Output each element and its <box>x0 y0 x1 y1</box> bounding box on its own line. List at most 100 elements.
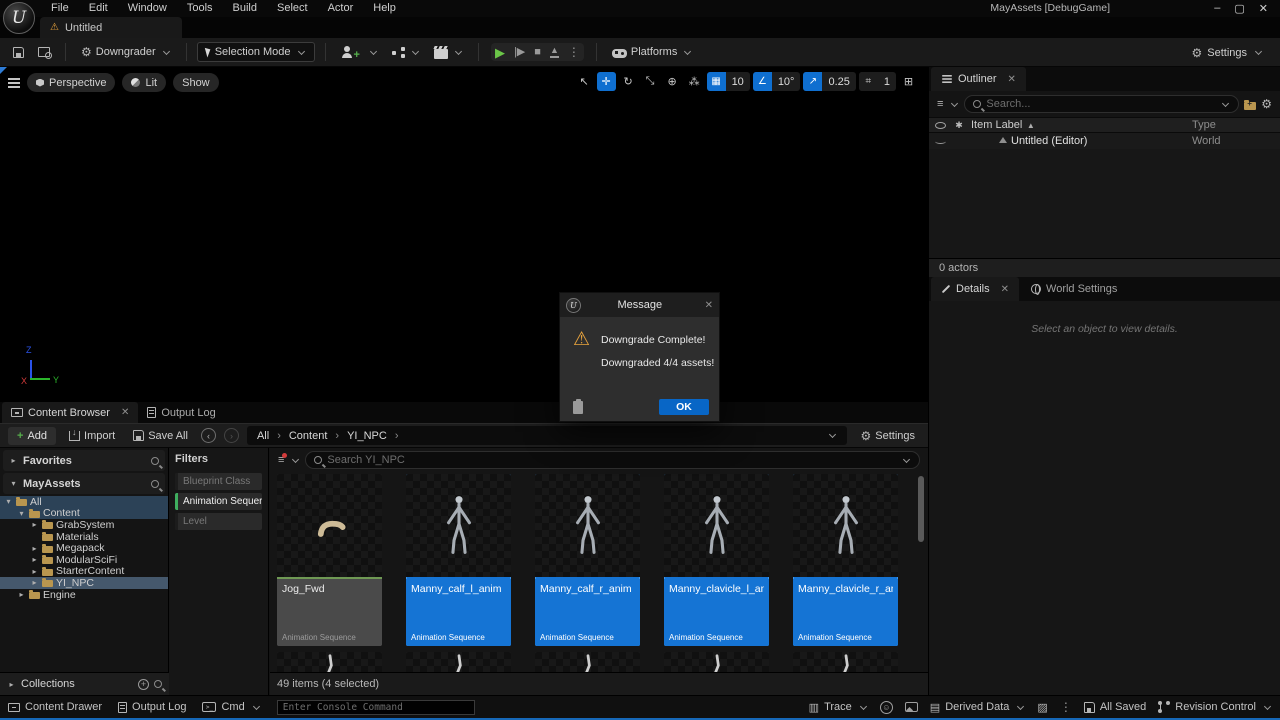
level-viewport[interactable]: Perspective Lit Show ↖ ✛ ↻ ⤡ ⊕ ⁂ ▦ 10 ∠ … <box>0 67 928 402</box>
select-tool-button[interactable]: ↖ <box>575 72 594 91</box>
asset-search-input[interactable] <box>327 454 895 466</box>
pin-column-header[interactable]: ✱ <box>951 120 967 131</box>
filter-pill[interactable]: Blueprint Class <box>175 473 262 490</box>
selection-mode-dropdown[interactable]: Selection Mode <box>197 42 315 62</box>
cinematics-dropdown[interactable] <box>429 43 468 62</box>
browse-content-button[interactable] <box>33 44 55 60</box>
console-command-input[interactable] <box>277 700 475 715</box>
menu-item-actor[interactable]: Actor <box>319 0 363 17</box>
grid-snap-control[interactable]: ▦ 10 <box>707 72 750 91</box>
search-icon[interactable] <box>154 680 162 688</box>
tree-expand-icon[interactable]: ▸ <box>30 578 39 587</box>
skip-next-button[interactable]: |▶ <box>514 47 525 58</box>
insights-icon[interactable]: ☺ <box>880 701 893 714</box>
tree-item-all[interactable]: ▾ All <box>0 496 168 508</box>
close-button[interactable]: ✕ <box>1259 2 1268 15</box>
outliner-search-box[interactable] <box>964 95 1239 113</box>
tree-expand-icon[interactable]: ▸ <box>17 590 26 599</box>
menu-item-tools[interactable]: Tools <box>178 0 222 17</box>
menu-item-file[interactable]: File <box>42 0 78 17</box>
settings-dropdown[interactable]: ⚙ Settings <box>1186 38 1268 67</box>
import-button[interactable]: Import <box>64 427 120 445</box>
tab-world-settings[interactable]: World Settings <box>1021 277 1127 301</box>
asset-search-box[interactable] <box>305 451 920 469</box>
scale-snap-control[interactable]: ↗ 0.25 <box>803 72 855 91</box>
scale-tool-button[interactable]: ⤡ <box>641 72 660 91</box>
maximize-viewport-button[interactable]: ⊞ <box>899 72 918 91</box>
visibility-column-header[interactable] <box>929 122 951 129</box>
item-label-column-header[interactable]: Item Label ▲ <box>967 119 1192 131</box>
perspective-dropdown[interactable]: Perspective <box>27 73 115 92</box>
tree-expand-icon[interactable]: ▸ <box>30 520 39 529</box>
asset-tile-partial[interactable] <box>793 652 898 672</box>
downgrader-dropdown[interactable]: ⚙ Downgrader <box>76 43 176 61</box>
blueprints-dropdown[interactable] <box>387 44 425 61</box>
tree-item-startercontent[interactable]: ▸ StarterContent <box>0 566 168 578</box>
asset-tile-manny_calf_r_anim[interactable]: Manny_calf_r_anim Animation Sequence <box>535 474 640 646</box>
tab-content-browser[interactable]: Content Browser ✕ <box>2 402 138 423</box>
minimize-button[interactable]: – <box>1214 2 1220 15</box>
viewport-menu-icon[interactable] <box>8 82 20 84</box>
world-local-toggle[interactable]: ⊕ <box>663 72 682 91</box>
new-folder-icon[interactable] <box>1244 102 1256 110</box>
tree-item-engine[interactable]: ▸ Engine <box>0 589 168 601</box>
path-dropdown-icon[interactable] <box>829 431 836 438</box>
rotate-tool-button[interactable]: ↻ <box>619 72 638 91</box>
tree-expand-icon[interactable]: ▸ <box>30 567 39 576</box>
tab-output-log[interactable]: Output Log <box>138 402 224 423</box>
filter-pill[interactable]: Level <box>175 513 262 530</box>
dialog-close-button[interactable]: ✕ <box>705 300 713 311</box>
output-log-button[interactable]: Output Log <box>118 701 186 713</box>
outliner-row-world[interactable]: Untitled (Editor) World <box>929 133 1280 149</box>
outliner-settings-icon[interactable]: ⚙ <box>1261 98 1272 110</box>
tree-expand-icon[interactable]: ▸ <box>30 544 39 553</box>
asset-tile-manny_clavicle_r_anim[interactable]: Manny_clavicle_r_anim Animation Sequence <box>793 474 898 646</box>
add-collection-icon[interactable]: + <box>138 679 149 690</box>
menu-item-window[interactable]: Window <box>119 0 176 17</box>
stop-button[interactable]: ■ <box>534 47 541 58</box>
more-options-button[interactable]: ⋮ <box>1060 700 1072 714</box>
asset-tile-jog_fwd[interactable]: Jog_Fwd Animation Sequence <box>277 474 382 646</box>
asset-tile-partial[interactable] <box>535 652 640 672</box>
platforms-dropdown[interactable]: Platforms <box>607 43 697 61</box>
search-icon[interactable] <box>151 480 159 488</box>
tree-expand-icon[interactable]: ▾ <box>4 497 13 506</box>
copy-to-clipboard-icon[interactable] <box>573 401 583 414</box>
asset-tile-partial[interactable] <box>277 652 382 672</box>
tree-item-yi_npc[interactable]: ▸ YI_NPC <box>0 577 168 589</box>
screenshot-icon[interactable] <box>905 702 918 712</box>
all-saved-status[interactable]: All Saved <box>1084 701 1146 713</box>
save-button[interactable] <box>8 44 29 61</box>
asset-tile-manny_calf_l_anim[interactable]: Manny_calf_l_anim Animation Sequence <box>406 474 511 646</box>
add-actor-dropdown[interactable]: + <box>336 43 383 61</box>
save-all-button[interactable]: Save All <box>128 427 193 445</box>
asset-tile-partial[interactable] <box>664 652 769 672</box>
camera-speed-control[interactable]: ⌗ 1 <box>859 72 896 91</box>
tree-expand-icon[interactable]: ▾ <box>17 509 26 518</box>
resource-usage-icon[interactable]: ▨ <box>1037 701 1047 714</box>
outliner-search-input[interactable] <box>986 98 1214 110</box>
content-browser-settings-button[interactable]: ⚙ Settings <box>855 427 920 445</box>
breadcrumb-item[interactable]: YI_NPC <box>347 430 387 442</box>
cmd-dropdown[interactable]: >_ Cmd <box>202 701 260 713</box>
tree-item-grabsystem[interactable]: ▸ GrabSystem <box>0 519 168 531</box>
play-options-button[interactable]: ⋮ <box>568 45 580 59</box>
maximize-button[interactable]: ▢ <box>1234 2 1244 15</box>
breadcrumb[interactable]: All›Content›YI_NPC› <box>247 426 848 445</box>
menu-item-build[interactable]: Build <box>224 0 266 17</box>
filter-funnel-icon[interactable]: ≡ <box>278 455 284 466</box>
breadcrumb-item[interactable]: All <box>257 430 269 442</box>
show-dropdown[interactable]: Show <box>173 73 219 92</box>
tab-details[interactable]: Details ✕ <box>931 277 1019 301</box>
play-button[interactable]: ▶ <box>495 46 505 59</box>
trace-dropdown[interactable]: ▥ Trace <box>809 701 868 714</box>
level-tab[interactable]: ⚠ Untitled <box>40 17 182 38</box>
menu-item-edit[interactable]: Edit <box>80 0 117 17</box>
sources-header[interactable]: ▾ MayAssets <box>3 473 165 494</box>
tree-expand-icon[interactable]: ▸ <box>30 555 39 564</box>
derived-data-dropdown[interactable]: ▤ Derived Data <box>930 701 1026 714</box>
content-drawer-button[interactable]: Content Drawer <box>8 701 102 713</box>
close-icon[interactable]: ✕ <box>1001 284 1009 295</box>
rotation-snap-control[interactable]: ∠ 10° <box>753 72 801 91</box>
menu-item-select[interactable]: Select <box>268 0 317 17</box>
